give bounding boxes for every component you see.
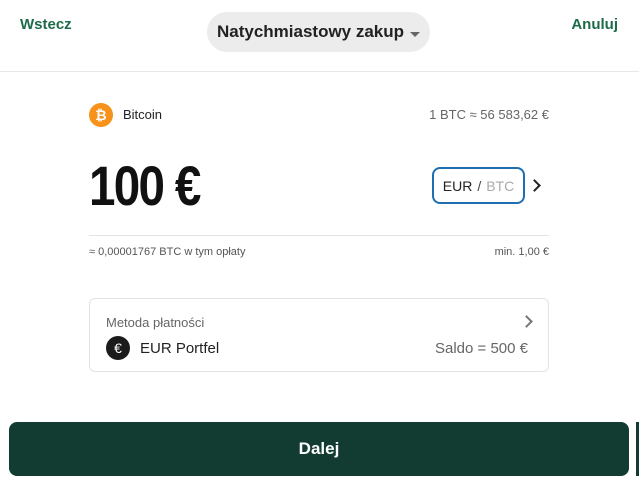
euro-icon: €: [106, 336, 130, 360]
next-button[interactable]: Dalej: [9, 422, 629, 476]
asset-name: Bitcoin: [123, 107, 163, 122]
chevron-right-icon[interactable]: [528, 179, 541, 192]
chevron-down-icon: [410, 31, 421, 37]
payment-method-card[interactable]: Metoda płatności € EUR Portfel Saldo = 5…: [89, 298, 549, 372]
exchange-rate: 1 BTC ≈ 56 583,62 €: [429, 107, 549, 122]
minimum-amount: min. 1,00 €: [494, 246, 549, 258]
currency-separator: /: [477, 177, 482, 194]
purchase-mode-dropdown[interactable]: Natychmiastowy zakup: [207, 12, 430, 52]
cancel-link[interactable]: Anuluj: [571, 16, 618, 33]
asset-row: ₿ Bitcoin 1 BTC ≈ 56 583,62 €: [89, 103, 549, 127]
wallet-balance: Saldo = 500 €: [435, 340, 528, 357]
purchase-mode-label: Natychmiastowy zakup: [216, 22, 405, 41]
currency-btc-option[interactable]: BTC: [486, 178, 514, 194]
btc-equivalent: ≈ 0,00001767 BTC w tym opłaty: [89, 246, 246, 258]
currency-eur-option[interactable]: EUR: [443, 178, 473, 194]
currency-toggle[interactable]: EUR / BTC: [432, 167, 525, 204]
amount-input[interactable]: 100 €: [89, 154, 201, 218]
payment-method-title: Metoda płatności: [106, 315, 205, 330]
bitcoin-icon: ₿: [89, 103, 113, 127]
top-bar: Wstecz Natychmiastowy zakup Anuluj: [0, 0, 639, 72]
chevron-right-icon: [520, 315, 533, 328]
back-link[interactable]: Wstecz: [20, 16, 72, 33]
amount-divider: [89, 235, 549, 236]
buy-screen: Wstecz Natychmiastowy zakup Anuluj ₿ Bit…: [0, 0, 639, 483]
wallet-name: EUR Portfel: [140, 340, 220, 357]
